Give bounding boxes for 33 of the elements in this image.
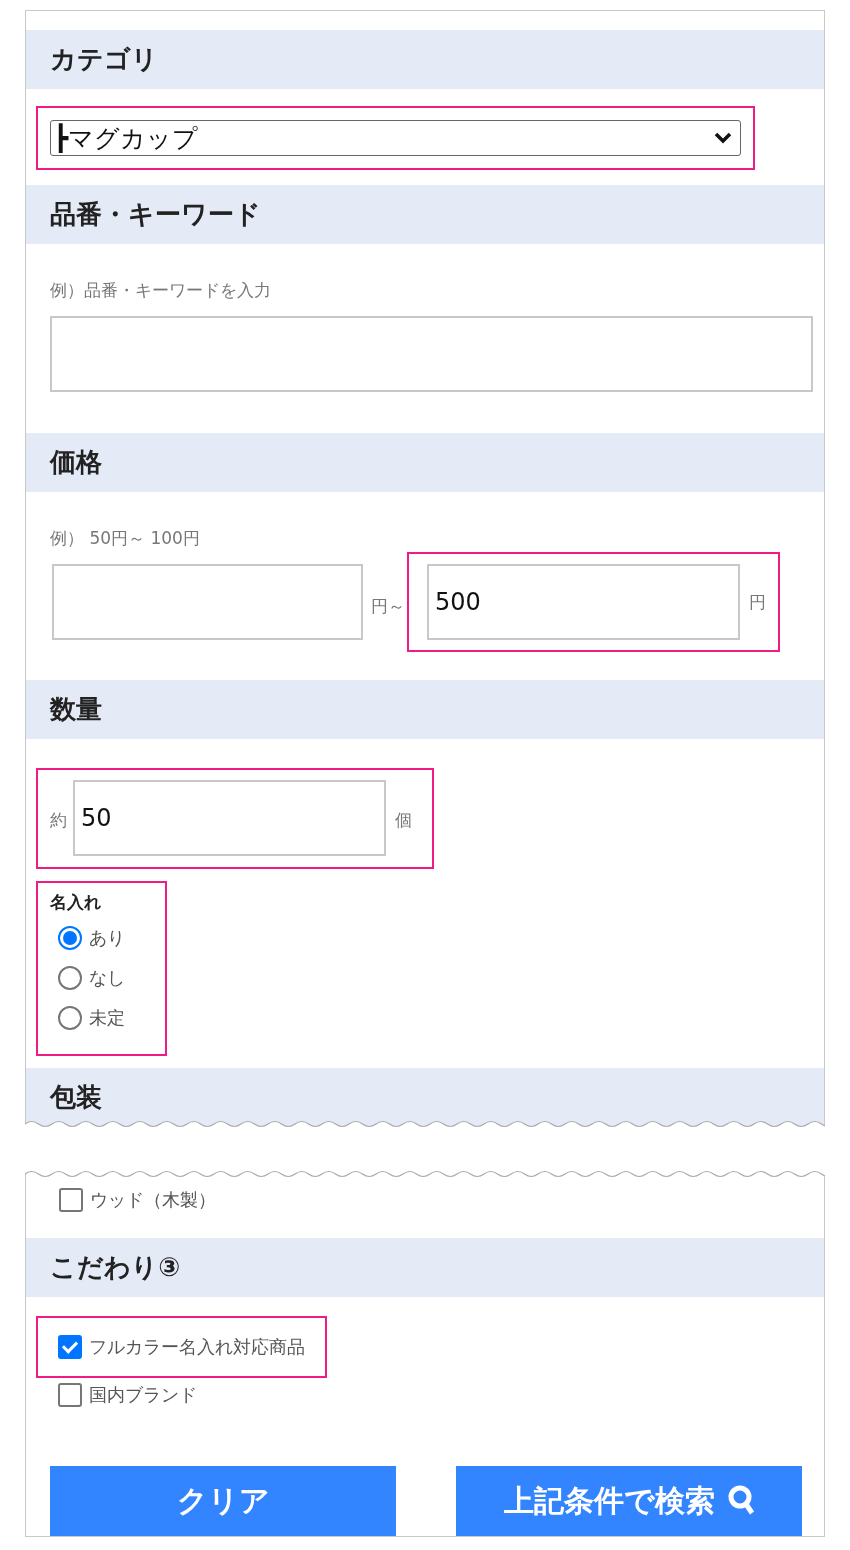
checkbox[interactable] bbox=[58, 1335, 82, 1359]
section-heading: カテゴリ bbox=[26, 30, 824, 89]
option-label: フルカラー名入れ対応商品 bbox=[89, 1335, 305, 1359]
checkbox[interactable] bbox=[59, 1188, 83, 1212]
radio-button[interactable] bbox=[58, 926, 82, 950]
option-label: ウッド（木製） bbox=[90, 1188, 216, 1212]
unit-label: 約 bbox=[50, 808, 67, 832]
input-field[interactable]: 50 bbox=[73, 780, 386, 856]
unit-label: 円 bbox=[749, 590, 766, 614]
section-heading: 包装 bbox=[26, 1068, 824, 1127]
unit-label: 円～ bbox=[371, 594, 405, 618]
radio-button[interactable] bbox=[58, 966, 82, 990]
option-label: あり bbox=[89, 926, 125, 950]
section-heading: 価格 bbox=[26, 433, 824, 492]
unit-label: 個 bbox=[395, 808, 412, 832]
option-label: 国内ブランド bbox=[89, 1383, 197, 1407]
hint-text: 例） 50円～ 100円 bbox=[50, 527, 201, 550]
section-heading: 数量 bbox=[26, 680, 824, 739]
input-field[interactable] bbox=[52, 564, 363, 640]
hint-text: 例）品番・キーワードを入力 bbox=[50, 279, 272, 302]
group-label: 名入れ bbox=[50, 891, 101, 913]
checkbox[interactable] bbox=[58, 1383, 82, 1407]
radio-button[interactable] bbox=[58, 1006, 82, 1030]
search-button[interactable]: 上記条件で検索 bbox=[456, 1466, 802, 1536]
chevron-down-icon bbox=[714, 132, 732, 144]
option-label: なし bbox=[89, 966, 125, 990]
section-heading: こだわり③ bbox=[26, 1238, 824, 1297]
section-heading: 品番・キーワード bbox=[26, 185, 824, 244]
clear-button[interactable]: クリア bbox=[50, 1466, 396, 1536]
option-label: 未定 bbox=[89, 1006, 125, 1030]
input-field[interactable]: 500 bbox=[427, 564, 740, 640]
input-field[interactable] bbox=[50, 316, 813, 392]
dropdown[interactable]: ┣マグカップ bbox=[50, 120, 741, 156]
